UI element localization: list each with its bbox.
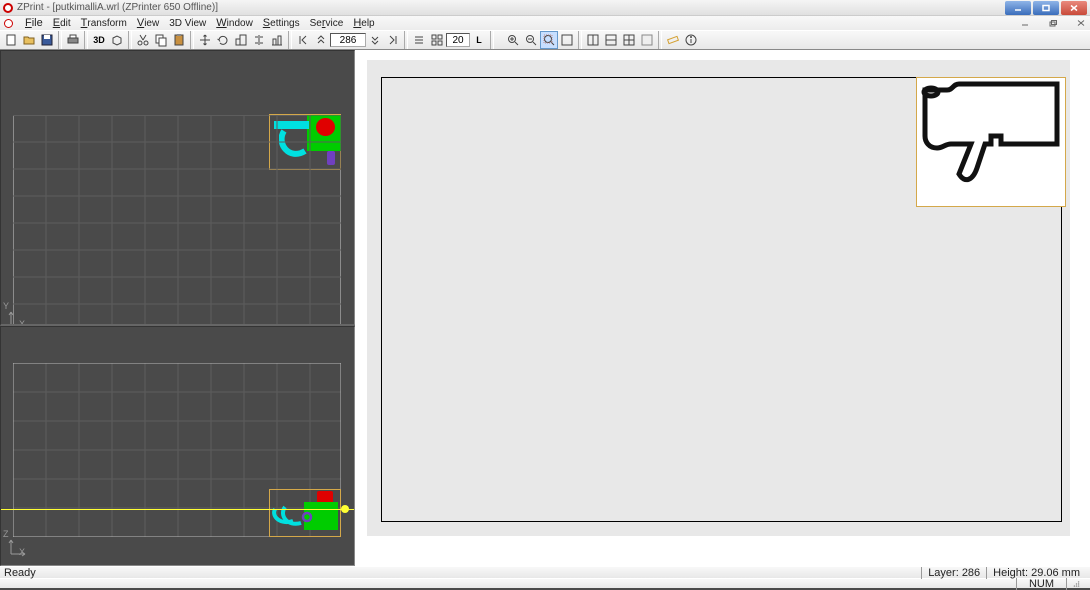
layer-input[interactable] xyxy=(330,33,366,47)
status-ready: Ready xyxy=(4,567,36,579)
status-bar: Ready Layer: 286 Height: 29.06 mm xyxy=(0,566,1090,578)
3d-label: 3D xyxy=(93,35,105,45)
mdi-minimize-button[interactable] xyxy=(1016,17,1034,29)
build-grid-top xyxy=(13,115,341,326)
slice-preview-pane[interactable] xyxy=(355,50,1090,566)
front-view-pane[interactable]: Z X xyxy=(0,326,355,566)
status-num: NUM xyxy=(1016,578,1066,590)
move-button[interactable] xyxy=(196,31,214,49)
paste-button[interactable] xyxy=(170,31,188,49)
menu-view[interactable]: View xyxy=(137,17,159,29)
toolbar-separator xyxy=(190,31,194,49)
toolbar-separator xyxy=(490,31,494,49)
app-icon xyxy=(3,3,13,13)
scale-button[interactable] xyxy=(232,31,250,49)
part-tubes-front xyxy=(271,503,315,535)
mode-button[interactable]: L xyxy=(470,31,488,49)
axis-label-y: Y xyxy=(3,301,9,311)
first-layer-button[interactable] xyxy=(294,31,312,49)
grid-button[interactable] xyxy=(428,31,446,49)
menu-help[interactable]: Help xyxy=(353,17,374,29)
menu-transform[interactable]: Transform xyxy=(81,17,127,29)
slice-canvas[interactable] xyxy=(381,77,1062,522)
toolbar-separator xyxy=(288,31,292,49)
layout4-button[interactable] xyxy=(638,31,656,49)
down-layers-button[interactable] xyxy=(366,31,384,49)
open-button[interactable] xyxy=(20,31,38,49)
menu-file[interactable]: File xyxy=(25,17,43,29)
new-button[interactable] xyxy=(2,31,20,49)
top-view-pane[interactable]: /* generated below */ Y X xyxy=(0,50,355,326)
rotate-button[interactable] xyxy=(214,31,232,49)
zoom-window-button[interactable] xyxy=(540,31,558,49)
mdi-restore-button[interactable] xyxy=(1044,17,1062,29)
zoom-in-button[interactable] xyxy=(504,31,522,49)
print-button[interactable] xyxy=(64,31,82,49)
status-resize-grip[interactable] xyxy=(1066,578,1086,590)
align-button[interactable] xyxy=(268,31,286,49)
layout2-button[interactable] xyxy=(602,31,620,49)
last-layer-button[interactable] xyxy=(384,31,402,49)
mirror-button[interactable] xyxy=(250,31,268,49)
toolbar-separator xyxy=(658,31,662,49)
axis-label-z: Z xyxy=(3,529,9,539)
toolbar-separator xyxy=(578,31,582,49)
cut-button[interactable] xyxy=(134,31,152,49)
layers-step-input[interactable] xyxy=(446,33,470,47)
layer-handle[interactable] xyxy=(341,505,349,513)
layout3-button[interactable] xyxy=(620,31,638,49)
toolbar-separator xyxy=(404,31,408,49)
measure-button[interactable] xyxy=(664,31,682,49)
slice-selection[interactable] xyxy=(916,77,1066,207)
maximize-button[interactable] xyxy=(1033,1,1059,15)
window-title: ZPrint - [putkimalliA.wrl (ZPrinter 650 … xyxy=(17,2,1005,13)
list-button[interactable] xyxy=(410,31,428,49)
toolbar-separator xyxy=(84,31,88,49)
toolbar-separator xyxy=(128,31,132,49)
cube-view-button[interactable] xyxy=(108,31,126,49)
window-buttons xyxy=(1005,1,1087,15)
title-bar: ZPrint - [putkimalliA.wrl (ZPrinter 650 … xyxy=(0,0,1090,16)
info-button[interactable] xyxy=(682,31,700,49)
save-button[interactable] xyxy=(38,31,56,49)
doc-icon xyxy=(4,19,13,28)
status-layer: Layer: 286 xyxy=(921,567,986,579)
menu-edit[interactable]: Edit xyxy=(53,17,71,29)
layout1-button[interactable] xyxy=(584,31,602,49)
toolbar-separator xyxy=(58,31,62,49)
mode-label: L xyxy=(476,35,482,45)
left-column: /* generated below */ Y X xyxy=(0,50,355,566)
menu-settings[interactable]: Settings xyxy=(263,17,300,29)
zoom-out-button[interactable] xyxy=(522,31,540,49)
menu-service[interactable]: Service xyxy=(310,17,344,29)
zoom-fit-button[interactable] xyxy=(558,31,576,49)
menu-window[interactable]: Window xyxy=(216,17,253,29)
current-layer-line xyxy=(1,509,354,510)
mdi-close-button[interactable] xyxy=(1072,17,1090,29)
work-area: /* generated below */ Y X xyxy=(0,50,1090,566)
3d-view-button[interactable]: 3D xyxy=(90,31,108,49)
close-button[interactable] xyxy=(1061,1,1087,15)
slice-background xyxy=(367,60,1070,536)
menu-bar: File Edit Transform View 3D View Window … xyxy=(0,16,1090,30)
slice-outline xyxy=(917,78,1067,208)
minimize-button[interactable] xyxy=(1005,1,1031,15)
menu-3dview[interactable]: 3D View xyxy=(169,18,206,29)
status-bar-2: NUM xyxy=(0,578,1090,588)
copy-button[interactable] xyxy=(152,31,170,49)
toolbar: 3D L xyxy=(0,30,1090,50)
up-layers-button[interactable] xyxy=(312,31,330,49)
axis-label-x2: X xyxy=(19,547,25,557)
